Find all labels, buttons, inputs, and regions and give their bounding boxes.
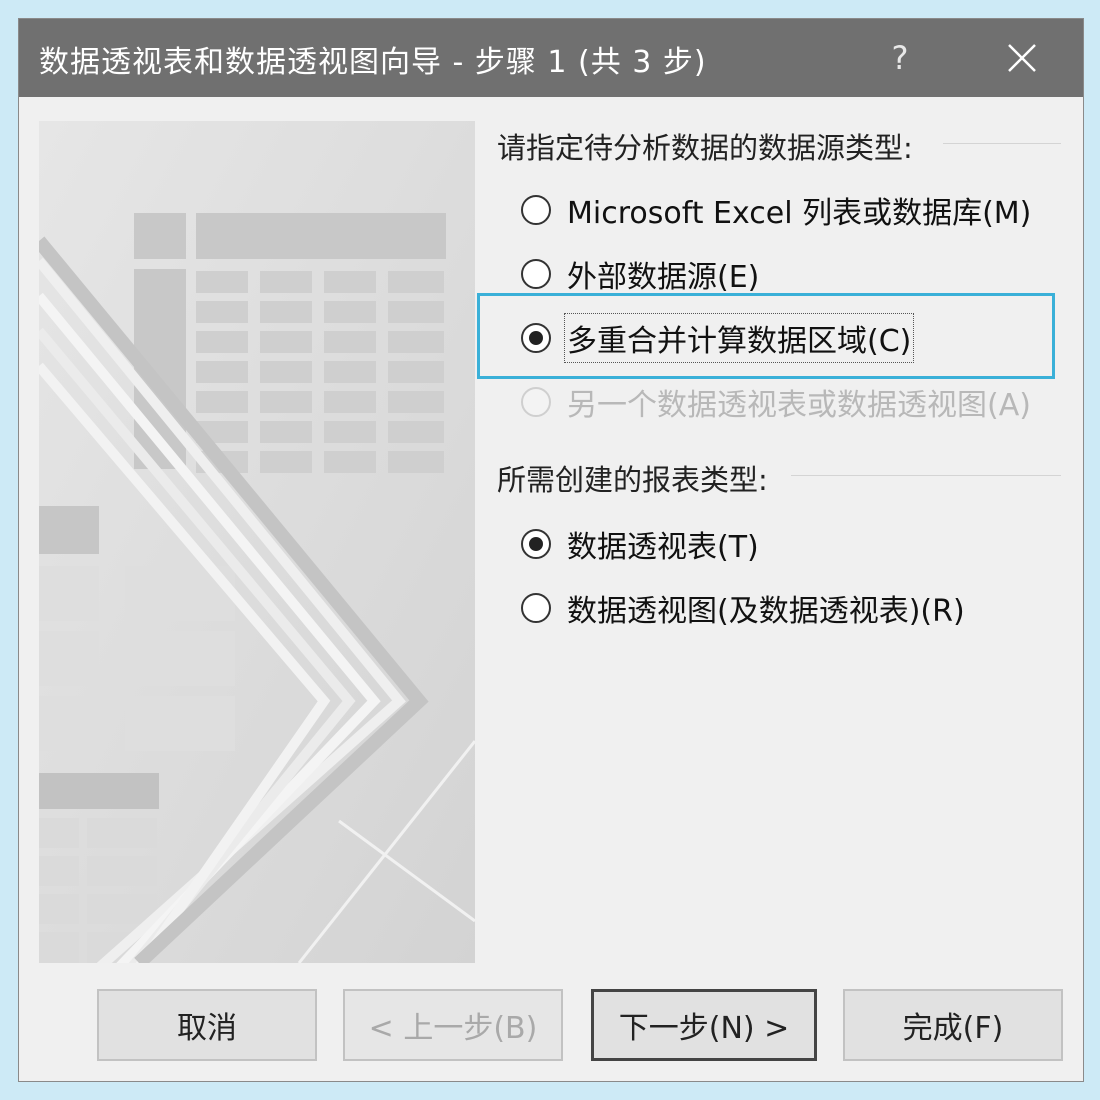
radio-button[interactable] bbox=[521, 529, 551, 559]
radio-excel-list[interactable]: Microsoft Excel 列表或数据库(M) bbox=[521, 187, 1031, 233]
close-icon bbox=[1008, 44, 1036, 72]
finish-button[interactable]: 完成(F) bbox=[843, 989, 1063, 1061]
radio-another-pivot: 另一个数据透视表或数据透视图(A) bbox=[521, 379, 1031, 425]
title-bar[interactable]: 数据透视表和数据透视图向导 - 步骤 1 (共 3 步) ? bbox=[19, 19, 1083, 97]
cancel-button[interactable]: 取消 bbox=[97, 989, 317, 1061]
radio-label: 另一个数据透视表或数据透视图(A) bbox=[567, 388, 1031, 423]
window-title: 数据透视表和数据透视图向导 - 步骤 1 (共 3 步) bbox=[39, 45, 707, 80]
radio-label: 多重合并计算数据区域(C) bbox=[563, 313, 915, 363]
radio-button[interactable] bbox=[521, 195, 551, 225]
report-type-separator bbox=[791, 475, 1061, 476]
back-button: < 上一步(B) bbox=[343, 989, 563, 1061]
wizard-illustration bbox=[39, 121, 475, 963]
radio-button[interactable] bbox=[521, 593, 551, 623]
data-source-separator bbox=[943, 143, 1061, 144]
radio-button[interactable] bbox=[521, 259, 551, 289]
radio-pivot-table[interactable]: 数据透视表(T) bbox=[521, 521, 759, 567]
radio-label: Microsoft Excel 列表或数据库(M) bbox=[567, 196, 1032, 231]
radio-label: 外部数据源(E) bbox=[567, 260, 760, 295]
pivot-wizard-dialog: 数据透视表和数据透视图向导 - 步骤 1 (共 3 步) ? 请指定待分析数据的… bbox=[18, 18, 1084, 1082]
pivot-table-graphic bbox=[39, 121, 475, 963]
next-button[interactable]: 下一步(N) > bbox=[591, 989, 817, 1061]
radio-external-source[interactable]: 外部数据源(E) bbox=[521, 251, 759, 297]
data-source-heading: 请指定待分析数据的数据源类型: bbox=[497, 131, 913, 165]
report-type-heading: 所需创建的报表类型: bbox=[497, 463, 768, 497]
radio-pivot-chart[interactable]: 数据透视图(及数据透视表)(R) bbox=[521, 585, 965, 631]
radio-multiple-consolidation[interactable]: 多重合并计算数据区域(C) bbox=[521, 313, 915, 363]
radio-button bbox=[521, 387, 551, 417]
radio-button[interactable] bbox=[521, 323, 551, 353]
radio-label: 数据透视表(T) bbox=[567, 530, 759, 565]
help-button[interactable]: ? bbox=[877, 33, 923, 83]
radio-label: 数据透视图(及数据透视表)(R) bbox=[567, 594, 965, 629]
close-button[interactable] bbox=[997, 33, 1047, 83]
